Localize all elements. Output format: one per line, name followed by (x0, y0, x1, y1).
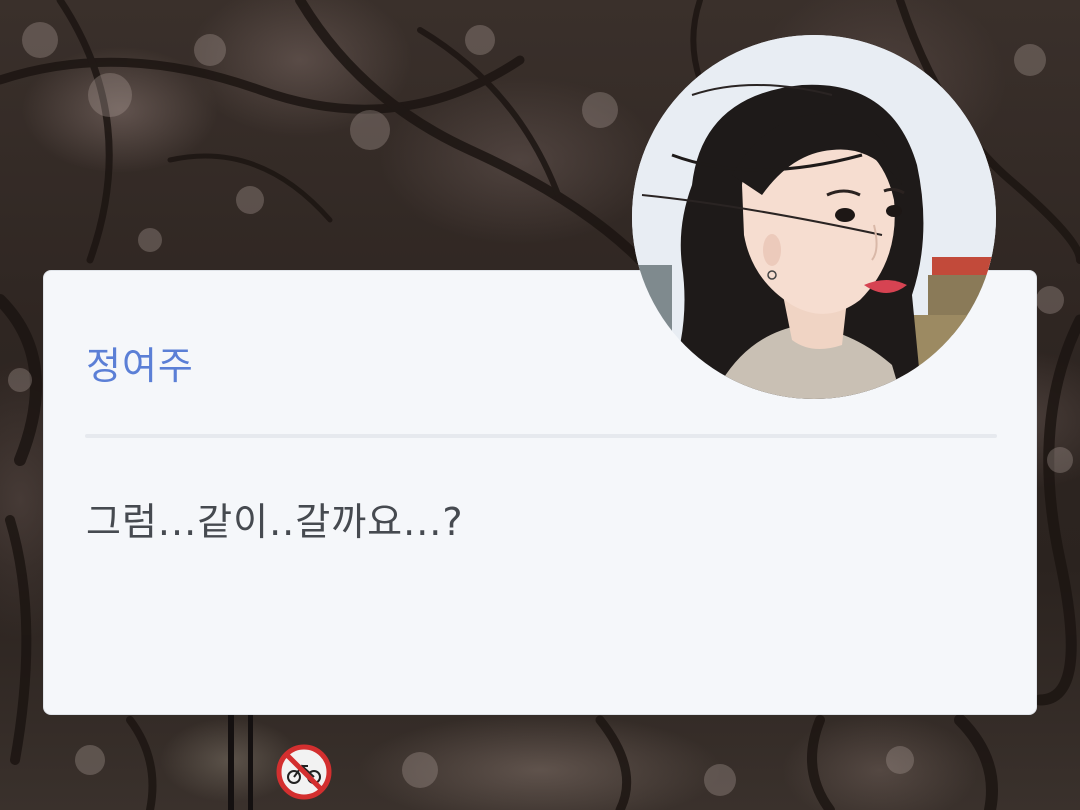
visual-novel-scene[interactable]: 정여주 그럼...같이..갈까요...? (0, 0, 1080, 810)
speaker-name: 정여주 (86, 344, 194, 388)
character-avatar (632, 35, 996, 399)
character-portrait-icon (632, 35, 996, 399)
divider (85, 434, 997, 438)
no-bicycle-sign-icon (276, 744, 332, 800)
dialogue-text: 그럼...같이..갈까요...? (86, 500, 464, 544)
